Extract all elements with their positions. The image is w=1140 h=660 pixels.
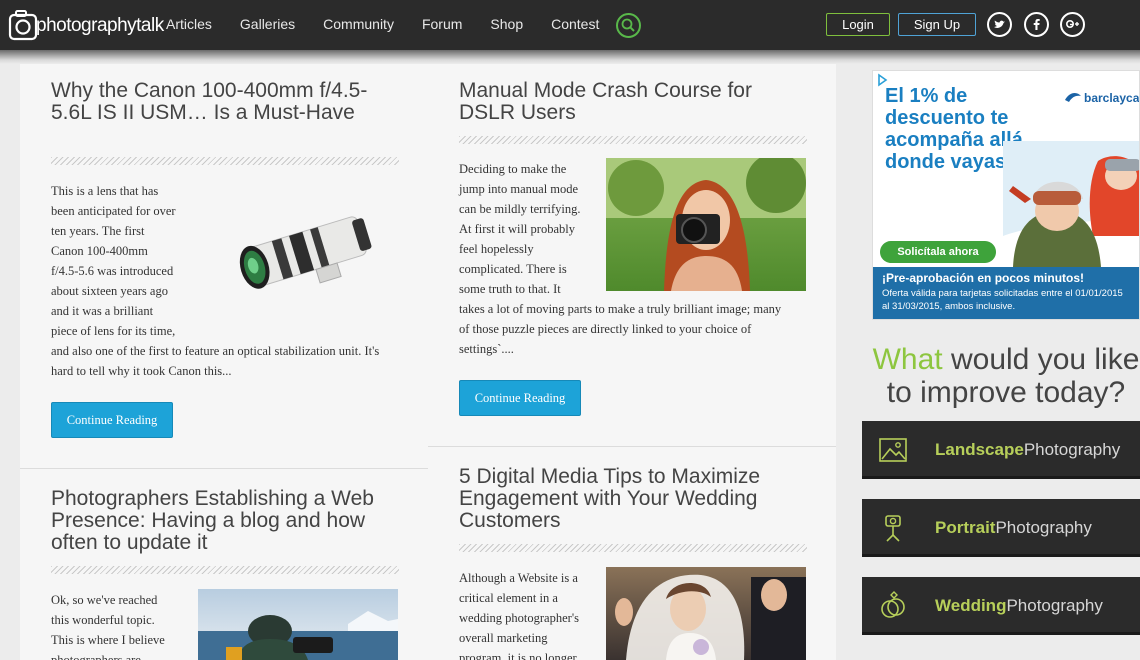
facebook-icon[interactable] <box>1024 12 1049 37</box>
post-title[interactable]: 5 Digital Media Tips to Maximize Engagem… <box>459 466 809 532</box>
post-card: Manual Mode Crash Course for DSLR Users … <box>428 64 836 446</box>
title-divider <box>51 566 399 574</box>
nav-galleries[interactable]: Galleries <box>226 0 309 50</box>
post-card: 5 Digital Media Tips to Maximize Engagem… <box>428 447 836 660</box>
twitter-bird-glyph <box>994 20 1005 28</box>
nav-articles[interactable]: Articles <box>152 0 226 50</box>
post-excerpt: This is a lens that has been anticipated … <box>51 184 176 338</box>
continue-reading-button[interactable]: Continue Reading <box>459 380 581 416</box>
site-logo[interactable]: photographytalk <box>8 8 164 44</box>
ad-band-title: ¡Pre-aprobación en pocos minutos! <box>882 271 1085 285</box>
landscape-icon <box>879 438 907 462</box>
ad-info-band: ¡Pre-aprobación en pocos minutos! Oferta… <box>873 267 1139 319</box>
barclaycard-eagle-icon <box>1065 92 1081 102</box>
main-nav: Articles Galleries Community Forum Shop … <box>152 0 613 50</box>
title-divider <box>459 544 807 552</box>
search-button[interactable] <box>616 13 641 38</box>
continue-reading-button[interactable]: Continue Reading <box>51 402 173 438</box>
post-card: Why the Canon 100-400mm f/4.5-5.6L IS II… <box>20 64 428 468</box>
camera-logo-icon <box>8 10 38 41</box>
skiers-illustration <box>1003 141 1139 267</box>
ad-cta-button[interactable]: Solicítala ahora <box>880 241 996 263</box>
wedding-photo[interactable] <box>606 567 806 660</box>
photographer-in-snow-illustration <box>198 611 398 660</box>
improve-question: What would you like to improve today? <box>872 343 1140 409</box>
post-excerpt-continued: takes a lot of moving parts to make a tr… <box>459 302 782 356</box>
ad-fine-print: Oferta válida para tarjetas solicitadas … <box>882 288 1123 312</box>
google-plus-icon[interactable] <box>1060 12 1085 37</box>
title-divider <box>459 136 807 144</box>
post-card: Photographers Establishing a Web Presenc… <box>20 469 428 660</box>
search-icon <box>621 18 635 32</box>
logo-text: photographytalk <box>36 15 164 36</box>
signup-button[interactable]: Sign Up <box>898 13 976 36</box>
nav-community[interactable]: Community <box>309 0 408 50</box>
post-excerpt-continued: and also one of the first to feature an … <box>51 344 380 378</box>
wedding-rings-icon <box>881 591 905 618</box>
category-wedding[interactable]: WeddingPhotography <box>862 577 1140 635</box>
category-label: WeddingPhotography <box>935 596 1103 615</box>
title-divider <box>51 157 399 165</box>
nav-shop[interactable]: Shop <box>476 0 537 50</box>
category-label: LandscapePhotography <box>935 440 1121 459</box>
post-title[interactable]: Why the Canon 100-400mm f/4.5-5.6L IS II… <box>51 80 391 124</box>
category-landscape[interactable]: LandscapePhotography <box>862 421 1140 479</box>
telephoto-lens-illustration <box>239 216 372 289</box>
lens-photo[interactable] <box>225 194 385 314</box>
ad-brand: barclaycard <box>1084 91 1140 105</box>
post-excerpt: Deciding to make the jump into manual mod… <box>459 162 581 296</box>
google-plus-glyph <box>1066 20 1079 29</box>
question-accent-word: What <box>872 343 943 376</box>
category-portrait[interactable]: PortraitPhotography <box>862 499 1140 557</box>
portrait-icon <box>885 515 901 542</box>
blogger-photo[interactable] <box>198 589 398 660</box>
twitter-icon[interactable] <box>987 12 1012 37</box>
facebook-f-glyph <box>1033 19 1040 30</box>
post-title[interactable]: Manual Mode Crash Course for DSLR Users <box>459 80 799 124</box>
post-excerpt: Although a Website is a critical element … <box>459 571 579 660</box>
bride-and-groom-illustration <box>615 574 806 660</box>
post-excerpt: Ok, so we've reached this wonderful topic… <box>51 593 165 660</box>
navbar-shadow <box>0 50 1140 64</box>
login-button[interactable]: Login <box>826 13 890 36</box>
top-navbar: photographytalk Articles Galleries Commu… <box>0 0 1140 50</box>
post-title[interactable]: Photographers Establishing a Web Presenc… <box>51 488 401 554</box>
nav-contest[interactable]: Contest <box>537 0 613 50</box>
photographer-photo[interactable] <box>606 158 806 291</box>
nav-forum[interactable]: Forum <box>408 0 476 50</box>
advertisement-banner[interactable]: El 1% de descuento te acompaña allá dond… <box>872 70 1140 320</box>
woman-with-camera-illustration <box>606 158 806 291</box>
category-label: PortraitPhotography <box>935 518 1092 537</box>
